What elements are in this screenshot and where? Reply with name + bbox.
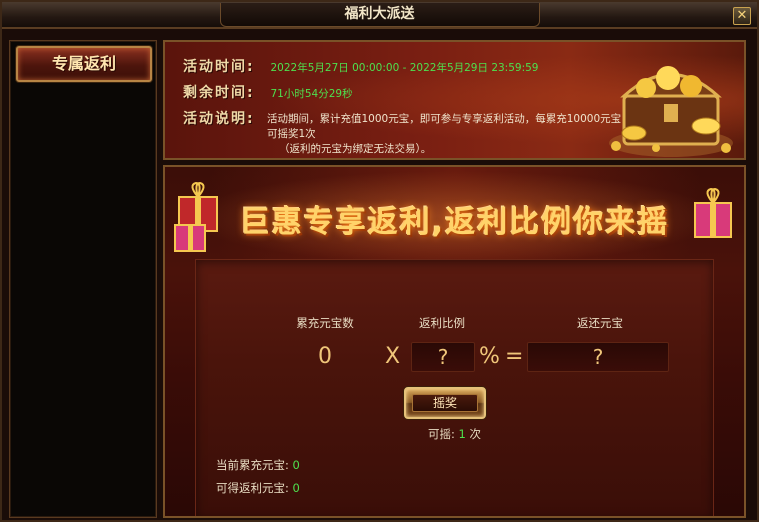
remaining-shakes-label: 可摇: (427, 427, 455, 441)
rebate-main-panel: 巨惠专享返利,返利比例你来摇 累充元宝数 返利比例 返还元宝 0 X ? % =… (163, 165, 746, 518)
remaining-shakes-unit: 次 (469, 427, 482, 441)
equals-sign: = (505, 344, 524, 369)
event-window: 福利大派送 ✕ 专属返利 活动时间: 2022年5月27日 00:00:00 -… (0, 0, 759, 522)
current-recharge-label: 当前累充元宝: (216, 458, 289, 472)
description-text: 活动期间，累计充值1000元宝，即可参与专享返利活动，每累充10000元宝可摇奖… (267, 112, 627, 157)
multiply-sign: X (385, 344, 401, 369)
remaining-time-row: 剩余时间: 71小时54分29秒 (183, 82, 353, 102)
remaining-time-label: 剩余时间: (183, 85, 255, 101)
title-bar: 福利大派送 ✕ (2, 2, 757, 29)
sidebar: 专属返利 (9, 40, 157, 518)
remaining-time-value: 71小时54分29秒 (270, 88, 353, 100)
total-recharge-header: 累充元宝数 (296, 316, 354, 330)
event-time-label: 活动时间: (183, 59, 255, 75)
description-line-1: 活动期间，累计充值1000元宝，即可参与专享返利活动，每累充10000元宝可摇奖… (267, 113, 622, 140)
description-line-2: （返利的元宝为绑定无法交易）。 (279, 143, 432, 155)
description-row: 活动说明: (183, 108, 267, 128)
obtainable-rebate-stat: 可得返利元宝: 0 (216, 480, 300, 496)
close-icon[interactable]: ✕ (733, 7, 751, 25)
event-time-row: 活动时间: 2022年5月27日 00:00:00 - 2022年5月29日 2… (183, 56, 538, 76)
rebate-ratio-slot: ? (411, 342, 475, 372)
description-label: 活动说明: (183, 111, 255, 127)
sidebar-item-exclusive-rebate[interactable]: 专属返利 (16, 46, 152, 82)
event-time-value: 2022年5月27日 00:00:00 - 2022年5月29日 23:59:5… (270, 62, 539, 74)
event-info-panel: 活动时间: 2022年5月27日 00:00:00 - 2022年5月29日 2… (163, 40, 746, 160)
shake-button-label: 摇奖 (412, 394, 478, 412)
percent-sign: % (479, 344, 500, 369)
rebate-ratio-header: 返利比例 (419, 316, 465, 330)
current-recharge-value: 0 (292, 458, 300, 472)
remaining-shakes: 可摇: 1 次 (165, 426, 744, 442)
return-amount-slot: ? (527, 342, 669, 372)
obtainable-rebate-label: 可得返利元宝: (216, 481, 289, 495)
total-recharge-value: 0 (318, 344, 332, 369)
shake-lottery-button[interactable]: 摇奖 (404, 387, 486, 419)
return-amount-header: 返还元宝 (577, 316, 623, 330)
current-recharge-stat: 当前累充元宝: 0 (216, 457, 300, 473)
banner-title: 巨惠专享返利,返利比例你来摇 (239, 205, 670, 240)
obtainable-rebate-value: 0 (292, 481, 300, 495)
remaining-shakes-value: 1 (458, 427, 466, 441)
window-title: 福利大派送 (219, 3, 540, 27)
